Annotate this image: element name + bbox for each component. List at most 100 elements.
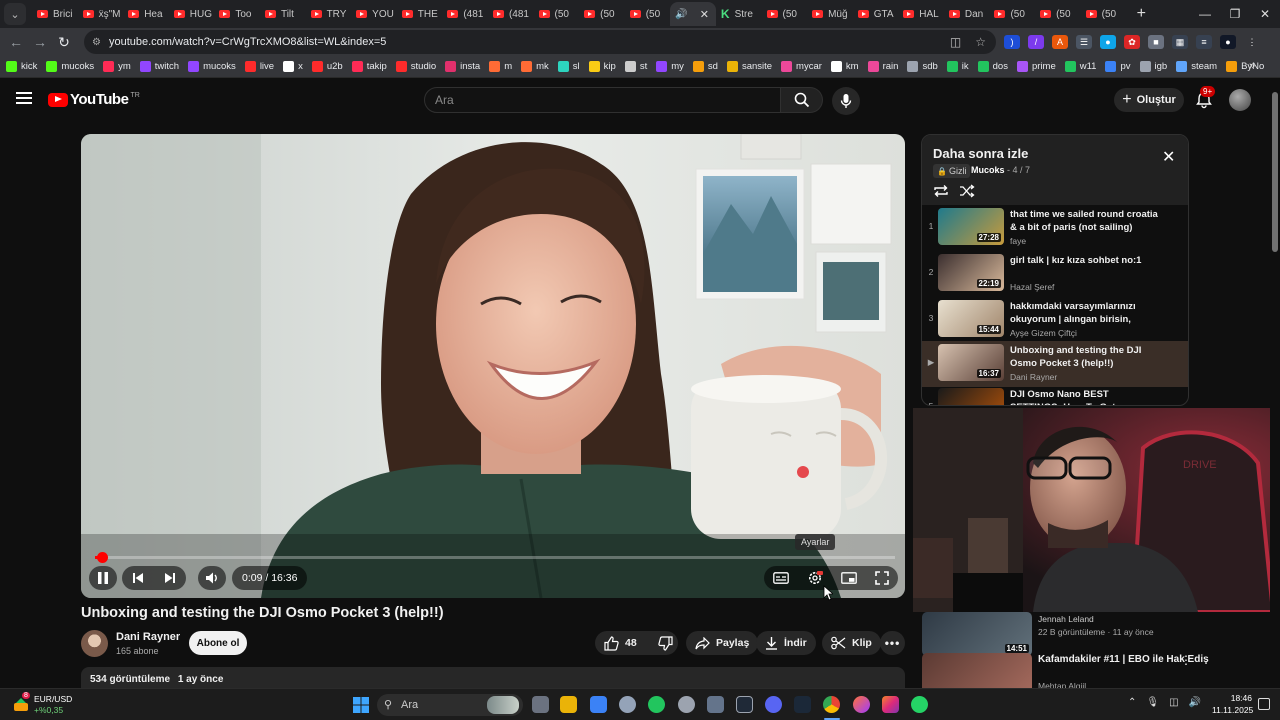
channel-avatar[interactable] [81,630,108,657]
bookmark-item[interactable]: live [244,61,274,72]
tab[interactable]: ẍş"M [78,2,124,26]
subtitles-icon[interactable] [773,572,789,584]
playlist-item-thumbnail[interactable] [938,388,1004,405]
playlist-owner[interactable]: Mucoks [971,165,1005,175]
reload-button[interactable]: ↻ [52,34,76,51]
tray-overflow-icon[interactable]: ⌃ [1128,697,1136,708]
store-icon[interactable] [590,696,607,713]
clock-date[interactable]: 11.11.2025 [1212,705,1253,715]
more-actions-button[interactable]: ••• [880,631,905,655]
bookmark-item[interactable]: steam [1176,61,1217,72]
extension-icon[interactable]: ✿ [1124,35,1140,49]
bookmark-item[interactable]: ym [103,61,131,72]
site-info-icon[interactable]: ⚙ [92,37,101,48]
bookmark-item[interactable]: kick [6,61,37,72]
windows-start-icon[interactable] [352,696,370,714]
minimize-button[interactable]: — [1190,7,1220,21]
tab[interactable]: (50 [1035,2,1081,26]
taskbar-search[interactable]: ⚲ Ara [377,694,523,716]
bookmark-item[interactable]: prime [1016,61,1056,72]
like-button[interactable]: 48 [604,635,637,651]
discord-icon[interactable] [765,696,782,713]
previous-icon[interactable] [132,572,144,584]
shuffle-icon[interactable] [959,184,975,198]
playlist-item[interactable]: 3 15:44 hakkımdaki varsayımlarınızı okuyor… [922,297,1188,343]
tab[interactable]: (50 [989,2,1035,26]
bookmark-item[interactable]: w11 [1064,61,1096,72]
download-button[interactable]: İndir [756,631,816,655]
tab[interactable]: (50 [1081,2,1127,26]
next-icon[interactable] [164,572,176,584]
tab[interactable]: (50 [534,2,580,26]
tab[interactable]: (50 [762,2,808,26]
volume-icon[interactable]: 🔊 [1189,697,1201,708]
pause-button[interactable] [89,566,117,590]
tab[interactable]: Hea [123,2,169,26]
tab[interactable]: (481 [488,2,534,26]
clip-button[interactable]: Klip [822,631,881,655]
bookmark-item[interactable]: sd [692,61,718,72]
browser-menu-icon[interactable]: ⋮ [1244,35,1260,49]
tab[interactable]: Tilt [260,2,306,26]
playlist-item-current[interactable]: ▶ 16:37 Unboxing and testing the DJI Osmo … [922,341,1188,387]
guide-menu-icon[interactable] [16,92,32,104]
mute-button[interactable] [198,566,226,590]
whatsapp-icon[interactable] [911,696,928,713]
search-input[interactable]: Ara [424,87,781,113]
address-bar[interactable]: ⚙ youtube.com/watch?v=CrWgTrcXMO8&list=W… [84,30,996,54]
extension-icon[interactable]: / [1028,35,1044,49]
bookmark-item[interactable]: mucoks [188,61,236,72]
bookmark-item[interactable]: mk [521,61,549,72]
voice-search-button[interactable] [832,87,860,115]
tab-active[interactable]: 🔊 ✕ [670,2,716,26]
tab[interactable]: (481 [442,2,488,26]
playlist-item-thumbnail[interactable]: 27:28 [938,208,1004,245]
extension-icon[interactable]: ● [1100,35,1116,49]
close-tab-icon[interactable]: ✕ [700,8,709,21]
playlist-item[interactable]: 1 27:28 that time we sailed round croatia … [922,205,1188,251]
progress-bar[interactable] [95,552,895,563]
reading-list-icon[interactable]: ≡ [1196,35,1212,49]
settings-app-icon[interactable] [619,696,636,713]
bookmark-item[interactable]: sl [557,61,580,72]
bookmark-item[interactable]: twitch [139,61,179,72]
tab[interactable]: Müğ [807,2,853,26]
page-scrollbar[interactable] [1270,78,1280,688]
task-view-icon[interactable] [532,696,549,713]
playlist-item[interactable]: 2 22:19 girl talk | kız kıza sohbet no:1 Ha… [922,251,1188,297]
create-button[interactable]: + Oluştur [1114,88,1184,112]
tab[interactable]: YOU [351,2,397,26]
tab[interactable]: (50 [579,2,625,26]
bookmark-item[interactable]: km [830,61,859,72]
video-player[interactable]: 0:09 / 16:36 Ayarlar [81,134,905,598]
bookmark-item[interactable]: rain [867,61,898,72]
search-button[interactable] [781,87,823,113]
fullscreen-icon[interactable] [875,571,889,585]
bookmark-item[interactable]: sdb [907,61,938,72]
more-vertical-icon[interactable]: ⋮ [1180,653,1192,667]
account-avatar[interactable] [1229,89,1251,111]
tab[interactable]: HAL [898,2,944,26]
bookmark-item[interactable]: ByNo [1226,61,1264,72]
playlist-item[interactable]: 5 DJI Osmo Nano BEST SETTINGS: How To Get… [922,385,1188,405]
extensions-puzzle-icon[interactable]: ▦ [1172,35,1188,49]
youtube-logo[interactable]: YouTube TR [48,91,140,108]
github-app-icon[interactable] [678,696,695,713]
bookmark-item[interactable]: takip [351,61,387,72]
app-icon[interactable] [707,696,724,713]
extension-icon[interactable]: ■ [1148,35,1164,49]
tab[interactable]: TRY [306,2,352,26]
instagram-icon[interactable] [882,696,899,713]
bookmark-item[interactable]: my [656,61,684,72]
tab[interactable]: THE [397,2,443,26]
playlist-title[interactable]: Daha sonra izle [933,146,1028,161]
settings-gear-icon[interactable] [807,570,823,586]
bookmark-item[interactable]: dos [977,61,1008,72]
app-icon[interactable] [736,696,753,713]
close-window-button[interactable]: ✕ [1250,7,1280,21]
extension-icon[interactable]: ☰ [1076,35,1092,49]
clock-time[interactable]: 18:46 [1228,693,1252,703]
bookmark-item[interactable]: sansite [726,61,772,72]
close-playlist-icon[interactable]: ✕ [1162,147,1175,167]
tab[interactable]: Brici [32,2,78,26]
